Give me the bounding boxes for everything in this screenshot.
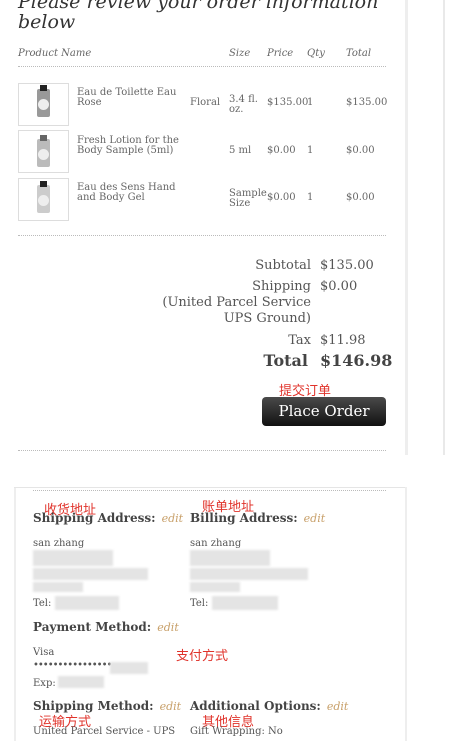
product-qty: 1 <box>307 97 314 108</box>
shipping-address-heading: Shipping Address: <box>33 511 156 525</box>
panel-shadow-outer <box>443 0 445 455</box>
product-total: $0.00 <box>346 145 375 156</box>
annotation-payment-method: 支付方式 <box>176 649 229 664</box>
product-size: 3.4 fl. oz. <box>229 94 258 115</box>
shipping-method-value: United Parcel Service - UPS <box>33 726 176 737</box>
items-divider <box>18 235 386 236</box>
page-heading: Please review your order information bel… <box>18 0 379 33</box>
shipping-tel-redacted <box>55 596 119 610</box>
header-divider <box>18 66 386 67</box>
billing-address-redacted <box>190 550 270 566</box>
product-price: $0.00 <box>267 192 296 203</box>
billing-address-edit-link[interactable]: edit <box>304 512 326 525</box>
tax-value: $11.98 <box>320 333 366 348</box>
card-number-masked: •••••••••••••••• <box>33 660 112 671</box>
billing-address-redacted <box>190 568 308 580</box>
product-total: $0.00 <box>346 192 375 203</box>
shipping-method-edit-link[interactable]: edit <box>160 700 182 713</box>
billing-address-heading: Billing Address: <box>190 511 298 525</box>
total-value: $146.98 <box>320 351 393 370</box>
shipping-value: $0.00 <box>320 279 358 294</box>
shipping-label: Shipping <box>252 279 311 294</box>
shipping-method-note: (United Parcel Service UPS Ground) <box>162 295 311 326</box>
subtotal-value: $135.00 <box>320 258 374 273</box>
shipping-address-redacted <box>33 582 83 592</box>
gel-tube-icon <box>37 181 50 213</box>
total-label: Total <box>263 351 308 370</box>
col-header-size: Size <box>229 48 251 59</box>
billing-address-title: Billing Address: edit <box>190 511 325 525</box>
payment-method-heading: Payment Method: <box>33 620 152 634</box>
shipping-address-redacted <box>33 568 148 580</box>
col-header-price: Price <box>267 48 294 59</box>
product-name[interactable]: Fresh Lotion for the Body Sample (5ml) <box>77 136 187 156</box>
product-thumbnail[interactable] <box>18 83 69 126</box>
card-exp-redacted <box>58 676 104 688</box>
tax-label: Tax <box>288 333 311 348</box>
order-divider <box>18 450 386 451</box>
summary-divider <box>33 490 386 491</box>
shipping-address-title: Shipping Address: edit <box>33 511 183 525</box>
product-qty: 1 <box>307 145 314 156</box>
subtotal-label: Subtotal <box>255 258 311 273</box>
perfume-bottle-icon <box>37 85 50 117</box>
payment-method-title: Payment Method: edit <box>33 620 179 634</box>
payment-method-edit-link[interactable]: edit <box>157 621 179 634</box>
panel-shadow <box>405 0 408 455</box>
place-order-button[interactable]: Place Order <box>262 397 386 426</box>
col-header-product: Product Name <box>18 48 92 59</box>
product-total: $135.00 <box>346 97 388 108</box>
product-price: $0.00 <box>267 145 296 156</box>
col-header-total: Total <box>346 48 372 59</box>
product-qty: 1 <box>307 192 314 203</box>
card-type: Visa <box>33 647 55 658</box>
product-name[interactable]: Eau des Sens Hand and Body Gel <box>77 183 187 203</box>
shipping-tel-label: Tel: <box>33 598 52 609</box>
additional-options-edit-link[interactable]: edit <box>327 700 349 713</box>
product-size: 5 ml <box>229 145 252 156</box>
product-variant: Floral <box>190 97 221 108</box>
billing-address-redacted <box>190 582 240 592</box>
shipping-address-redacted <box>33 550 113 566</box>
additional-options-value: Gift Wrapping: No <box>190 726 283 737</box>
card-number-redacted <box>110 662 148 674</box>
lotion-bottle-icon <box>37 135 50 167</box>
lower-panel-border-right <box>405 487 407 741</box>
col-header-qty: Qty <box>307 48 325 59</box>
billing-tel-redacted <box>212 596 278 610</box>
billing-tel-label: Tel: <box>190 598 209 609</box>
shipping-name: san zhang <box>33 538 85 549</box>
product-thumbnail[interactable] <box>18 130 69 173</box>
card-exp-label: Exp: <box>33 678 56 689</box>
product-name[interactable]: Eau de Toilette Eau Rose <box>77 88 187 108</box>
product-size: Sample Size <box>229 188 267 209</box>
billing-name: san zhang <box>190 538 242 549</box>
product-thumbnail[interactable] <box>18 178 69 221</box>
product-price: $135.00 <box>267 97 309 108</box>
shipping-address-edit-link[interactable]: edit <box>162 512 184 525</box>
